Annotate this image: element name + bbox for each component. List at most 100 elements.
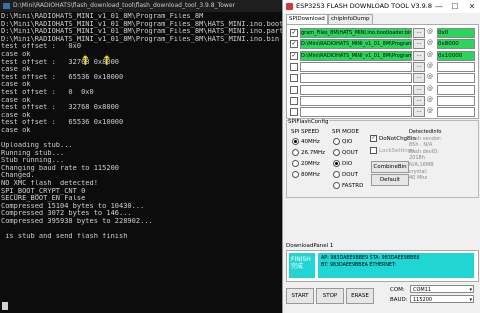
- console-line: case ok: [1, 50, 31, 58]
- browse-button[interactable]: ...: [413, 73, 425, 84]
- at-label: @: [427, 73, 433, 81]
- address-input[interactable]: [437, 95, 475, 106]
- file-row: ... @: [287, 84, 478, 95]
- spi-mode-label: SPI MODE: [332, 129, 359, 135]
- default-button[interactable]: Default: [371, 174, 409, 186]
- browse-button[interactable]: ...: [413, 61, 425, 72]
- browse-button[interactable]: ...: [413, 84, 425, 95]
- console-line: case ok: [1, 66, 31, 74]
- address-input[interactable]: 0x10000: [437, 50, 475, 61]
- maximize-button[interactable]: ☐: [447, 0, 463, 13]
- address-input[interactable]: 0x0: [437, 28, 475, 38]
- file-checkbox[interactable]: [290, 62, 298, 71]
- file-row: ... @: [287, 106, 478, 118]
- spi-speed-radio[interactable]: 20MHz: [292, 160, 320, 168]
- start-button[interactable]: START: [286, 288, 314, 304]
- file-path-input[interactable]: [300, 84, 412, 95]
- file-path-input[interactable]: [300, 107, 412, 118]
- console-line: D:\Mini\RADIOHATS_MINI_v1_01_8M\Program_…: [1, 13, 204, 20]
- close-button[interactable]: ✕: [464, 0, 480, 13]
- combine-bin-button[interactable]: CombineBin: [371, 161, 409, 173]
- file-path-input[interactable]: [300, 95, 412, 106]
- console-output: D:\Mini\RADIOHATS_MINI_v1_01_8M\Program_…: [1, 13, 282, 241]
- detected-info-title: DetectedInfo: [409, 129, 442, 135]
- file-row: ✓ D:\Mini\RADIOHATS_MINI_v1_01_8M\Program…: [287, 50, 478, 61]
- address-input[interactable]: [437, 84, 475, 95]
- address-input[interactable]: [437, 107, 475, 118]
- file-row: ... @: [287, 72, 478, 84]
- browse-button[interactable]: ...: [413, 107, 425, 118]
- file-path-input[interactable]: gram_Files_8M\HATS_MINI.ino.bootloader.b…: [300, 28, 412, 38]
- finish-status: FINISH 完成: [289, 253, 315, 278]
- detected-info-line: 40 Mhz: [409, 175, 428, 182]
- file-path-input[interactable]: D:\Mini\RADIOHATS_MINI_v1_01_8M\Program: [300, 50, 412, 61]
- console-line: case ok: [1, 111, 31, 119]
- file-checkbox[interactable]: ✓: [290, 51, 298, 60]
- browse-button[interactable]: ...: [413, 50, 425, 61]
- radio-icon: [292, 160, 299, 167]
- spi-mode-radio[interactable]: DIO: [333, 160, 352, 168]
- erase-button[interactable]: ERASE: [346, 288, 374, 304]
- status-subtext: 完成: [291, 263, 304, 270]
- spi-speed-radio[interactable]: 40MHz: [292, 138, 320, 146]
- address-input[interactable]: [437, 61, 475, 72]
- radio-icon: [333, 160, 340, 167]
- console-line: is stub and send flash finish: [1, 233, 128, 241]
- console-line: test offset : 32768 0x8000: [1, 58, 120, 66]
- file-path-input[interactable]: D:\Mini\RADIOHATS_MINI_v1_01_8M\Program: [300, 39, 412, 50]
- browse-button[interactable]: ...: [413, 95, 425, 106]
- file-path-input[interactable]: [300, 73, 412, 84]
- file-checkbox[interactable]: ✓: [290, 40, 298, 49]
- stop-button[interactable]: STOP: [316, 288, 344, 304]
- checkbox-empty-icon: [370, 147, 377, 154]
- browse-button[interactable]: ...: [413, 28, 425, 38]
- file-checkbox[interactable]: [290, 74, 298, 83]
- flash-tool-window[interactable]: ESP32S3 FLASH DOWNLOAD TOOL V3.9.8 — ☐ ✕…: [282, 0, 480, 313]
- tool-titlebar[interactable]: ESP32S3 FLASH DOWNLOAD TOOL V3.9.8 — ☐ ✕: [283, 0, 480, 13]
- at-label: @: [427, 39, 433, 47]
- spi-speed-radio[interactable]: 26.7MHz: [292, 149, 325, 157]
- spi-mode-radio[interactable]: QIO: [333, 138, 352, 146]
- console-titlebar[interactable]: D:\Mini\RADIOHATS\flash_download_tool\fl…: [0, 0, 282, 12]
- spi-mode-radio[interactable]: DOUT: [333, 171, 358, 179]
- address-input[interactable]: 0x8000: [437, 39, 475, 50]
- baud-label: BAUD:: [390, 297, 408, 303]
- download-status-box: FINISH 完成 AP: 983DAEE9BBE9 STA: 983DAEE9…: [286, 250, 479, 282]
- radio-icon: [292, 138, 299, 145]
- detected-info-line: flash devID:: [409, 148, 439, 155]
- console-app-icon: [3, 2, 10, 9]
- baud-select[interactable]: 115200 ▾: [410, 295, 474, 303]
- com-select[interactable]: COM11 ▾: [410, 285, 474, 293]
- at-label: @: [427, 28, 433, 35]
- console-line: Stub running...: [1, 157, 65, 165]
- lock-settings-checkbox[interactable]: LockSettings: [370, 147, 414, 155]
- download-panel: DownloadPanel 1 FINISH 完成 AP: 983DAEE9BB…: [286, 243, 479, 310]
- radio-icon: [333, 149, 340, 156]
- radio-icon: [333, 138, 340, 145]
- console-line: test offset : 65536 0x10000: [1, 119, 124, 127]
- file-checkbox[interactable]: [290, 96, 298, 105]
- file-checkbox[interactable]: ✓: [290, 29, 298, 37]
- tool-title: ESP32S3 FLASH DOWNLOAD TOOL V3.9.8: [296, 2, 432, 10]
- console-line: SECURE_BOOT_EN False: [1, 195, 86, 203]
- spi-mode-radio[interactable]: QOUT: [333, 149, 358, 157]
- address-input[interactable]: [437, 73, 475, 84]
- download-controls: START STOP ERASE COM: COM11 ▾ BAUD: 11520…: [286, 284, 477, 308]
- detected-info: DetectedInfo flash vendor: 85h : N/A flash…: [409, 129, 473, 193]
- spi-speed-radio[interactable]: 80MHz: [292, 171, 320, 179]
- file-path-input[interactable]: [300, 61, 412, 72]
- browse-button[interactable]: ...: [413, 39, 425, 50]
- file-checkbox[interactable]: [290, 85, 298, 94]
- spi-mode-radio[interactable]: FASTRD: [333, 182, 363, 190]
- spi-config-title: SPIFlashConfig: [288, 119, 329, 125]
- file-list: ✓ gram_Files_8M\HATS_MINI.ino.bootloader.…: [286, 24, 479, 119]
- console-line: Compressed 395938 bytes to 228902...: [1, 218, 153, 226]
- console-line: Compressed 3072 bytes to 146...: [1, 210, 132, 218]
- minimize-button[interactable]: —: [431, 0, 447, 13]
- console-cursor: [2, 302, 8, 310]
- console-window[interactable]: D:\Mini\RADIOHATS\flash_download_tool\fl…: [0, 0, 282, 313]
- console-line: Compressed 15104 bytes to 10430...: [1, 202, 145, 210]
- file-checkbox[interactable]: [290, 108, 298, 117]
